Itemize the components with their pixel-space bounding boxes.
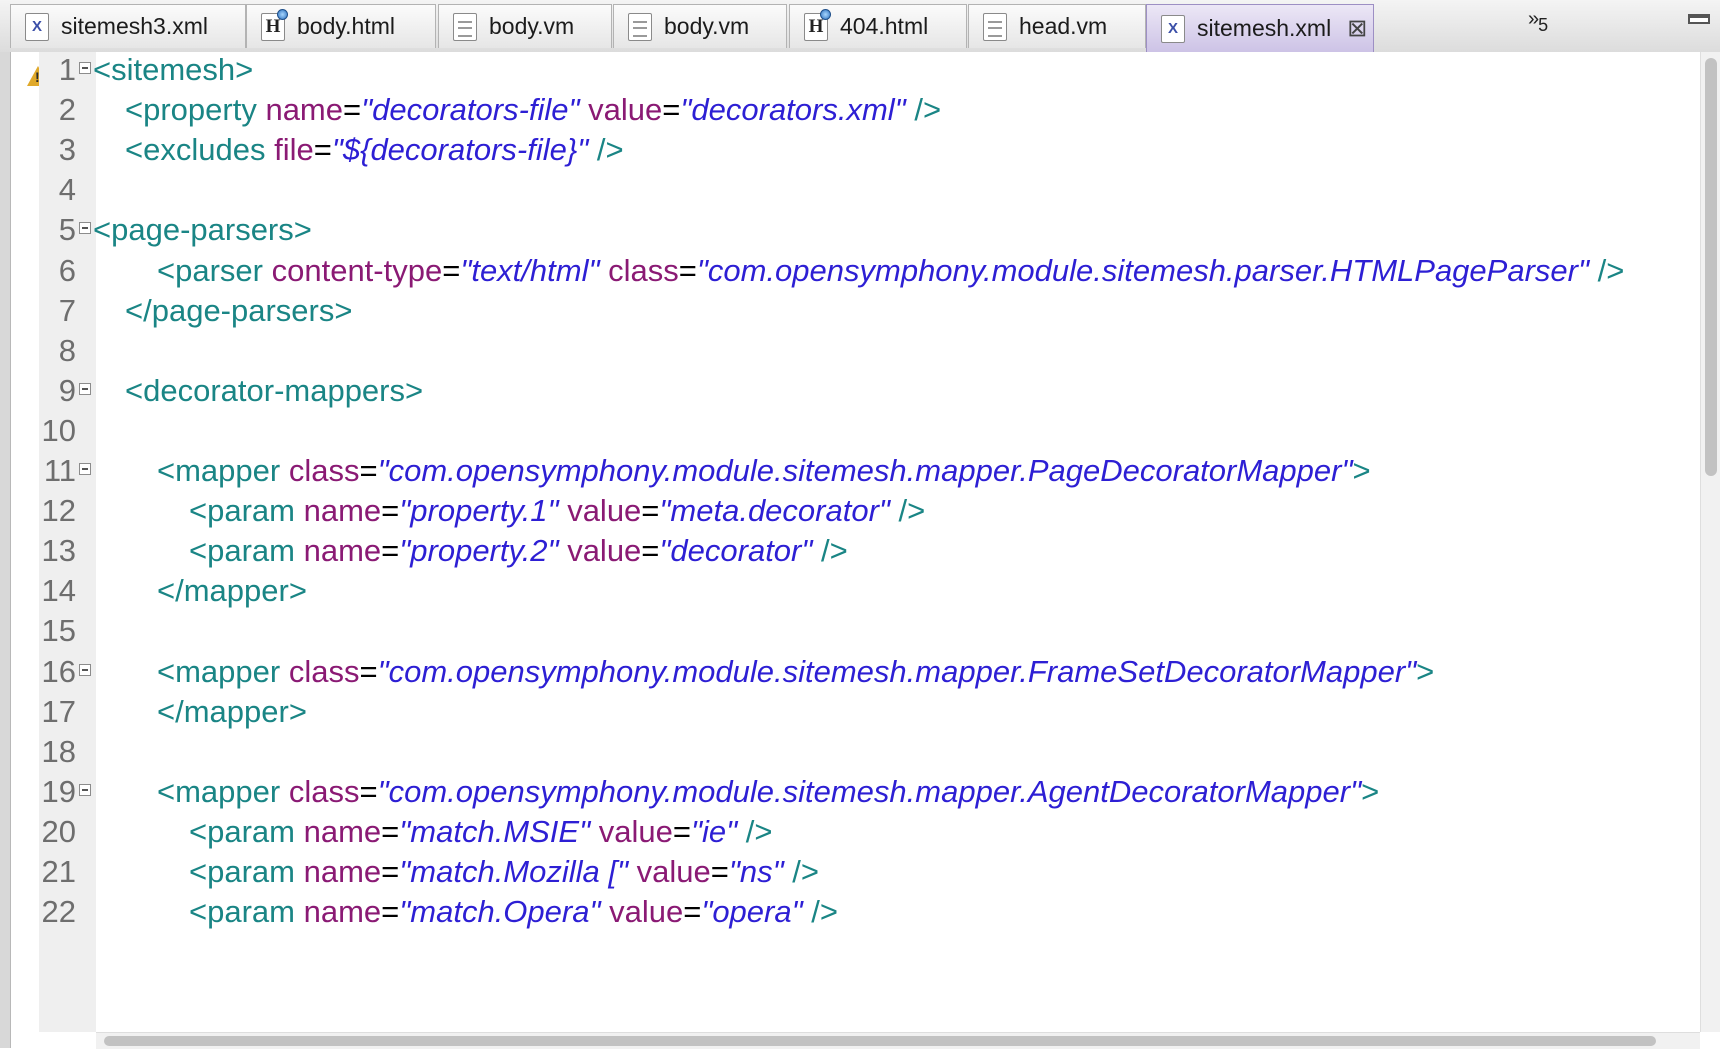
xml-file-icon: X	[1161, 14, 1185, 43]
code-line[interactable]: 17 </mapper>	[0, 690, 1700, 734]
line-number: 3	[58, 132, 76, 168]
line-number: 1	[58, 52, 76, 87]
tab-label: body.vm	[489, 13, 575, 39]
code-line[interactable]: 10	[0, 409, 1700, 453]
code-line[interactable]: 12 <param name="property.1" value="meta.d…	[0, 489, 1700, 533]
fold-collapse-icon[interactable]	[79, 783, 91, 796]
vertical-scroll-thumb[interactable]	[1705, 58, 1717, 476]
line-number: 6	[58, 252, 76, 288]
code-text: <excludes file="${decorators-file}" />	[125, 132, 624, 168]
tab-head-vm[interactable]: head.vm	[968, 4, 1146, 48]
tab-body-vm[interactable]: body.vm	[438, 4, 612, 48]
line-number: 21	[41, 854, 76, 889]
code-line[interactable]: 6 <parser content-type="text/html" class=…	[0, 249, 1700, 293]
tab-label: sitemesh.xml	[1197, 15, 1332, 41]
code-line[interactable]: 4	[0, 168, 1700, 212]
code-text: <page-parsers>	[93, 212, 312, 248]
line-number: 4	[58, 172, 76, 208]
line-number: 11	[43, 453, 76, 488]
line-number: 13	[41, 533, 76, 569]
fold-collapse-icon[interactable]	[79, 463, 91, 475]
code-line[interactable]: 8	[0, 329, 1700, 373]
code-text: <mapper class="com.opensymphony.module.s…	[157, 773, 1380, 809]
line-number: 17	[41, 693, 76, 729]
tab-body-html[interactable]: Hbody.html	[246, 4, 436, 48]
line-number: 18	[41, 733, 76, 769]
overflow-chevron-icon: »	[1528, 8, 1539, 30]
tab-label: 404.html	[840, 13, 929, 39]
code-line[interactable]: 20 <param name="match.MSIE" value="ie" />	[0, 810, 1700, 854]
code-text: <property name="decorators-file" value="…	[125, 92, 942, 128]
code-text: <decorator-mappers>	[125, 372, 424, 408]
code-text: </page-parsers>	[125, 292, 353, 328]
tab-label: body.vm	[664, 13, 750, 39]
code-text: <param name="match.Opera" value="opera" …	[189, 894, 838, 930]
line-number: 8	[58, 332, 76, 368]
fold-collapse-icon[interactable]	[79, 62, 91, 74]
line-number: 7	[58, 292, 76, 328]
line-number: 20	[41, 813, 76, 849]
code-text: <param name="match.MSIE" value="ie" />	[189, 813, 773, 849]
code-line[interactable]: 21 <param name="match.Mozilla [" value="n…	[0, 850, 1700, 894]
code-text: <param name="property.2" value="decorato…	[189, 533, 848, 569]
tab-body-vm[interactable]: body.vm	[613, 4, 787, 48]
tab-sitemesh-xml[interactable]: Xsitemesh.xml ⊠	[1146, 4, 1374, 52]
code-line[interactable]: 19 <mapper class="com.opensymphony.module…	[0, 770, 1700, 814]
code-line[interactable]: 18	[0, 730, 1700, 774]
overflow-count: 5	[1538, 15, 1548, 35]
line-number: 19	[41, 773, 76, 809]
tab-sitemesh3-xml[interactable]: Xsitemesh3.xml	[10, 4, 246, 48]
minimize-icon[interactable]	[1688, 14, 1710, 24]
code-text: </mapper>	[157, 693, 307, 729]
line-number: 15	[41, 613, 76, 649]
code-text: <parser content-type="text/html" class="…	[157, 252, 1625, 288]
line-number: 5	[58, 212, 76, 248]
code-line[interactable]: 22 <param name="match.Opera" value="opera…	[0, 890, 1700, 934]
line-number: 22	[41, 894, 76, 930]
editor-tab-bar: Xsitemesh3.xml Hbody.html body.vm body.vm H 4…	[0, 0, 1720, 53]
close-tab-icon[interactable]: ⊠	[1347, 16, 1367, 41]
code-text: <param name="property.1" value="meta.dec…	[189, 493, 926, 529]
xml-editor[interactable]: ! 1 <sitemesh> 2 <property name="decorators…	[0, 52, 1720, 1049]
tab-404-html[interactable]: H 404.html	[789, 4, 967, 48]
code-line[interactable]: 5 <page-parsers>	[0, 208, 1700, 252]
code-text: <param name="match.Mozilla [" value="ns"…	[189, 854, 819, 889]
code-line[interactable]: 11 <mapper class="com.opensymphony.module…	[0, 449, 1700, 493]
text-file-icon	[453, 12, 477, 41]
xml-file-icon: X	[25, 12, 49, 41]
html-file-icon: H	[261, 8, 288, 41]
code-line[interactable]: 13 <param name="property.2" value="decora…	[0, 529, 1700, 573]
line-number: 14	[41, 573, 76, 609]
fold-collapse-icon[interactable]	[79, 222, 91, 235]
tab-overflow-button[interactable]: »5	[1528, 8, 1548, 36]
tab-label: body.html	[297, 13, 396, 39]
code-line[interactable]: 15	[0, 609, 1700, 653]
code-text: </mapper>	[157, 573, 307, 609]
horizontal-scroll-thumb[interactable]	[104, 1036, 1656, 1046]
line-number: 2	[58, 92, 76, 128]
horizontal-scrollbar[interactable]	[96, 1032, 1700, 1049]
code-text: <mapper class="com.opensymphony.module.s…	[157, 453, 1371, 488]
code-line[interactable]: 3 <excludes file="${decorators-file}" />	[0, 128, 1700, 172]
code-line[interactable]: 16 <mapper class="com.opensymphony.module…	[0, 650, 1700, 694]
text-file-icon	[983, 12, 1007, 41]
fold-collapse-icon[interactable]	[79, 663, 91, 676]
fold-collapse-icon[interactable]	[79, 382, 91, 395]
code-line[interactable]: 7 </page-parsers>	[0, 289, 1700, 333]
line-number: 9	[58, 372, 76, 408]
code-line[interactable]: 2 <property name="decorators-file" value=…	[0, 88, 1700, 132]
line-number: 16	[41, 653, 76, 689]
tab-label: head.vm	[1019, 13, 1108, 39]
text-file-icon	[628, 12, 652, 41]
tab-label: sitemesh3.xml	[61, 13, 208, 39]
code-line[interactable]: 14 </mapper>	[0, 569, 1700, 613]
code-text: <mapper class="com.opensymphony.module.s…	[157, 653, 1435, 689]
vertical-scrollbar[interactable]	[1700, 52, 1720, 1032]
code-line[interactable]: 9 <decorator-mappers>	[0, 369, 1700, 413]
line-number: 10	[41, 412, 76, 448]
html-file-icon: H	[804, 8, 831, 41]
code-text: <sitemesh>	[93, 52, 254, 87]
line-number: 12	[41, 493, 76, 529]
code-line[interactable]: 1 <sitemesh>	[0, 48, 1700, 92]
